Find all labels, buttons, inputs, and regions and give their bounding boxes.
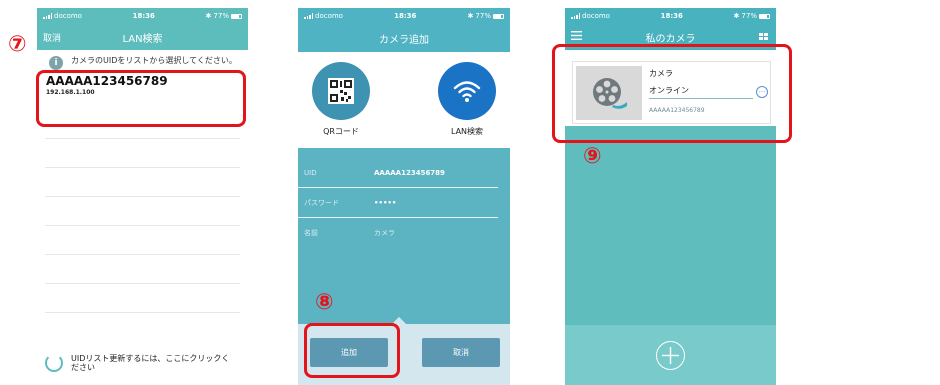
refresh-list-button[interactable]: UIDリスト更新するには、ここにクリックください — [45, 354, 231, 372]
carrier-label: docomo — [54, 12, 82, 20]
list-item — [45, 284, 240, 313]
uid-field[interactable]: UID AAAAA123456789 — [298, 158, 498, 188]
instruction: i カメラのUIDをリストから選択してください。 — [37, 50, 248, 70]
wifi-icon — [438, 62, 496, 120]
lan-search-label: LAN検索 — [450, 127, 484, 136]
status-bar: docomo 18:36 ✱ 77% — [565, 8, 776, 24]
battery-icon — [492, 13, 504, 19]
list-item — [45, 139, 240, 168]
info-icon: i — [49, 56, 63, 70]
cancel-button[interactable]: 取消 — [422, 338, 500, 367]
step-8-marker: ⑧ — [315, 290, 334, 315]
name-label: 名前 — [304, 229, 318, 237]
signal-icon — [43, 13, 52, 19]
list-item — [45, 226, 240, 255]
bluetooth-icon: ✱ — [467, 12, 474, 20]
step-7-marker: ⑦ — [8, 32, 27, 57]
camera-form: UID AAAAA123456789 パスワード ••••• 名前 カメラ — [298, 158, 510, 248]
status-bar: docomo 18:36 ✱ 77% — [298, 8, 510, 24]
clock: 18:36 — [394, 12, 417, 20]
battery-icon — [230, 13, 242, 19]
battery-percent: 77% — [741, 12, 757, 20]
nav-bar: カメラ追加 — [298, 24, 510, 52]
signal-icon — [304, 13, 313, 19]
highlight-box — [36, 70, 246, 127]
header: docomo 18:36 ✱ 77% 取消 LAN検索 — [37, 8, 248, 50]
battery-percent: 77% — [475, 12, 491, 20]
refresh-icon — [45, 354, 63, 372]
uid-label: UID — [304, 168, 317, 177]
bottom-bar — [565, 325, 776, 385]
plus-circle-icon — [662, 346, 679, 364]
clock: 18:36 — [660, 12, 683, 20]
carrier-label: docomo — [315, 12, 343, 20]
instruction-text: カメラのUIDをリストから選択してください。 — [71, 56, 237, 65]
grid-icon[interactable] — [759, 32, 768, 43]
page-title: LAN検索 — [122, 33, 163, 45]
qr-code-icon — [312, 62, 370, 120]
add-methods: QRコード LAN検索 — [298, 52, 510, 148]
password-field[interactable]: パスワード ••••• — [298, 188, 498, 218]
highlight-box — [552, 44, 792, 143]
menu-icon[interactable] — [571, 31, 582, 43]
password-label: パスワード — [304, 198, 339, 207]
name-field[interactable]: 名前 カメラ — [298, 218, 498, 248]
cancel-button[interactable]: 取消 — [43, 31, 61, 44]
name-value: カメラ — [374, 229, 395, 237]
list-item — [45, 197, 240, 226]
qr-code-button[interactable]: QRコード — [312, 62, 370, 148]
status-bar: docomo 18:36 ✱ 77% — [37, 8, 248, 24]
list-item — [45, 168, 240, 197]
clock: 18:36 — [132, 12, 155, 20]
qr-code-label: QRコード — [323, 127, 359, 136]
bluetooth-icon: ✱ — [733, 12, 740, 20]
highlight-box — [304, 323, 400, 378]
page-title: カメラ追加 — [379, 34, 429, 46]
nav-bar: 取消 LAN検索 — [37, 24, 248, 50]
password-value: ••••• — [374, 198, 397, 207]
step-9-marker: ⑨ — [583, 144, 602, 169]
header: docomo 18:36 ✱ 77% カメラ追加 — [298, 8, 510, 52]
lan-search-button[interactable]: LAN検索 — [438, 62, 496, 148]
battery-icon — [758, 13, 770, 19]
lan-search-screen: docomo 18:36 ✱ 77% 取消 LAN検索 i カメラのUIDをリスト… — [37, 8, 248, 385]
carrier-label: docomo — [582, 12, 610, 20]
add-camera-button[interactable] — [656, 340, 685, 370]
bluetooth-icon: ✱ — [205, 12, 212, 20]
page-title: 私のカメラ — [645, 33, 696, 45]
uid-value: AAAAA123456789 — [374, 168, 445, 177]
refresh-text: UIDリスト更新するには、ここにクリックください — [71, 354, 230, 372]
battery-percent: 77% — [213, 12, 229, 20]
signal-icon — [571, 13, 580, 19]
list-item — [45, 255, 240, 284]
